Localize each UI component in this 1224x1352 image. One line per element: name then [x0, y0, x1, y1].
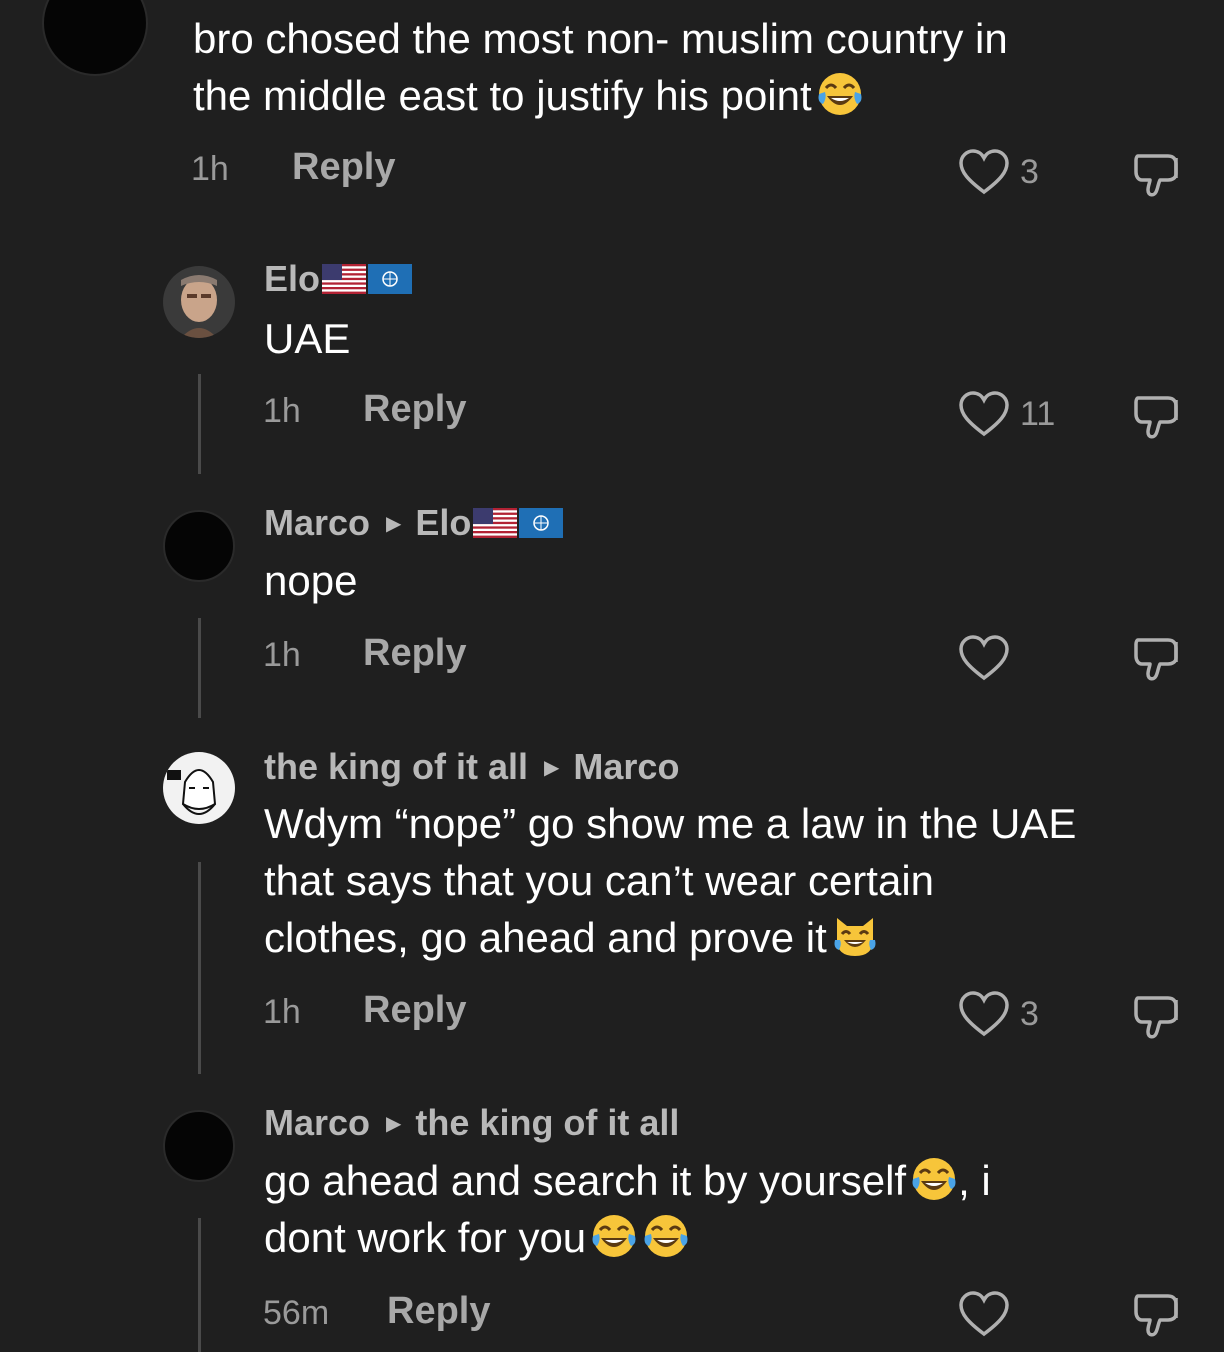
- like-button[interactable]: [958, 634, 1020, 682]
- comment-author[interactable]: Elo: [264, 258, 413, 300]
- reply-button[interactable]: Reply: [387, 1290, 490, 1333]
- comment-time: 1h: [191, 150, 229, 188]
- comment-time: 1h: [263, 993, 301, 1031]
- thumbs-down-icon: [1132, 148, 1184, 200]
- face-with-tears-of-joy-emoji: [816, 70, 864, 118]
- heart-outline-icon: [958, 148, 1010, 196]
- us-flag-icon: [473, 508, 518, 538]
- thumbs-down-icon: [1132, 632, 1184, 684]
- dislike-button[interactable]: [1132, 990, 1184, 1042]
- avatar[interactable]: [163, 1110, 235, 1182]
- reply-to-author: Marco: [573, 746, 680, 787]
- like-count: 11: [1020, 394, 1056, 433]
- reply-button[interactable]: Reply: [292, 146, 395, 189]
- comment-author[interactable]: Marco ▶ the king of it all: [264, 1102, 679, 1144]
- like-button[interactable]: 3: [958, 148, 1039, 196]
- like-button[interactable]: [958, 1290, 1020, 1338]
- face-with-tears-of-joy-emoji: [642, 1212, 690, 1260]
- dislike-button[interactable]: [1132, 390, 1184, 442]
- reply-to-author: the king of it all: [415, 1102, 680, 1143]
- triangle-right-icon: ▶: [386, 512, 402, 535]
- thread-line: [198, 1218, 201, 1352]
- thumbs-down-icon: [1132, 990, 1184, 1042]
- thumbs-down-icon: [1132, 390, 1184, 442]
- grinning-cat-emoji: [831, 912, 879, 960]
- reply-to-author: Elo: [415, 502, 472, 543]
- us-flag-icon: [322, 264, 367, 294]
- heart-outline-icon: [958, 990, 1010, 1038]
- comment-text: UAE: [264, 315, 351, 362]
- heart-outline-icon: [958, 1290, 1010, 1338]
- reply-button[interactable]: Reply: [363, 388, 466, 431]
- thread-line: [198, 862, 201, 1074]
- comment-author[interactable]: the king of it all ▶ Marco: [264, 746, 679, 788]
- like-count: 3: [1020, 994, 1039, 1033]
- like-button[interactable]: 11: [958, 390, 1055, 438]
- comment-author[interactable]: Marco ▶ Elo: [264, 502, 564, 544]
- dislike-button[interactable]: [1132, 1288, 1184, 1340]
- face-with-tears-of-joy-emoji: [590, 1212, 638, 1260]
- avatar[interactable]: [42, 0, 148, 76]
- comment-time: 1h: [263, 636, 301, 674]
- un-flag-icon: [519, 508, 564, 538]
- avatar[interactable]: [163, 510, 235, 582]
- comment-text: go ahead and search it by yourself, i do…: [264, 1155, 991, 1261]
- avatar[interactable]: [163, 266, 235, 338]
- heart-outline-icon: [958, 390, 1010, 438]
- un-flag-icon: [368, 264, 413, 294]
- reply-button[interactable]: Reply: [363, 632, 466, 675]
- thread-line: [198, 374, 201, 474]
- comment-time: 56m: [263, 1294, 330, 1332]
- like-count: 3: [1020, 152, 1039, 191]
- thread-line: [198, 618, 201, 718]
- comment-text: bro chosed the most non- muslim country …: [193, 15, 1008, 119]
- comment-text: nope: [264, 557, 358, 604]
- dislike-button[interactable]: [1132, 148, 1184, 200]
- comment-text: Wdym “nope” go show me a law in the UAE …: [264, 800, 1077, 961]
- reply-button[interactable]: Reply: [363, 989, 466, 1032]
- triangle-right-icon: ▶: [386, 1112, 402, 1135]
- comment-time: 1h: [263, 392, 301, 430]
- dislike-button[interactable]: [1132, 632, 1184, 684]
- triangle-right-icon: ▶: [544, 756, 560, 779]
- thumbs-down-icon: [1132, 1288, 1184, 1340]
- like-button[interactable]: 3: [958, 990, 1039, 1038]
- avatar[interactable]: [163, 752, 235, 824]
- face-with-tears-of-joy-emoji: [910, 1155, 958, 1203]
- heart-outline-icon: [958, 634, 1010, 682]
